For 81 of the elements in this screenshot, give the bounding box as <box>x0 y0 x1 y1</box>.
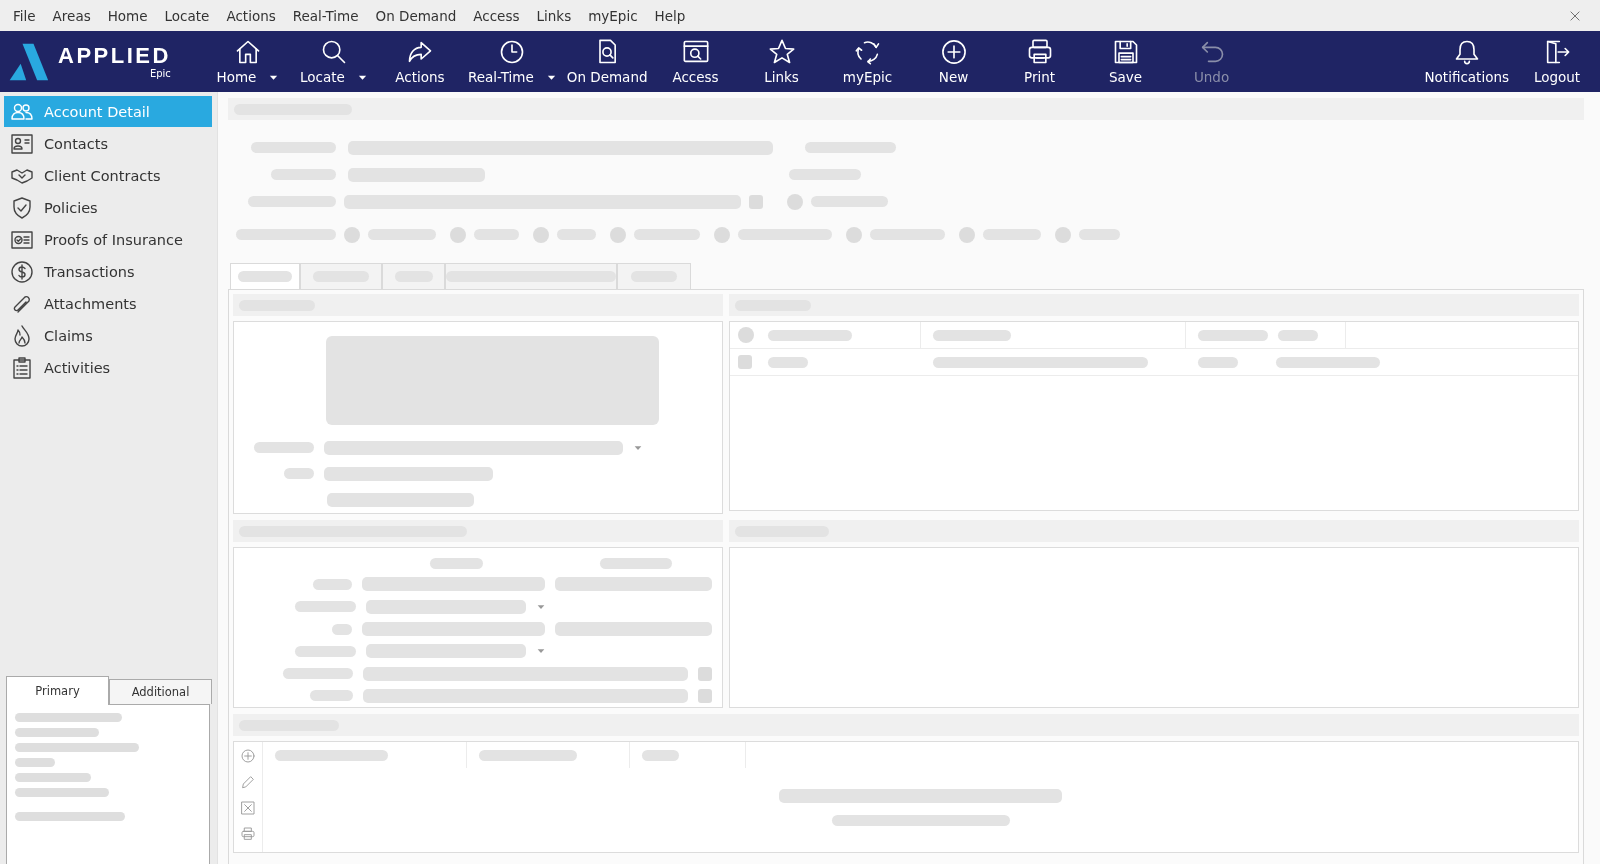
skeleton-dot <box>738 327 754 343</box>
toolbar-button[interactable]: Logout <box>1514 31 1600 92</box>
skeleton-dot <box>344 226 360 243</box>
skeleton-square <box>698 688 712 703</box>
toolbar-button[interactable]: Locate <box>291 31 377 92</box>
toolbar-button[interactable]: Save <box>1082 31 1169 92</box>
logo-subtitle: Epic <box>149 68 171 79</box>
plus-icon <box>939 38 968 66</box>
toolbar-button[interactable]: New <box>910 31 997 92</box>
menu-item[interactable]: Locate <box>157 4 217 27</box>
skeleton-dot <box>610 226 626 243</box>
skeleton-dot <box>846 226 862 243</box>
toolbar-button[interactable]: Home <box>205 31 291 92</box>
skeleton-dot <box>533 226 549 243</box>
sidebar-item[interactable]: Activities <box>4 352 212 383</box>
star-icon <box>767 38 796 66</box>
toolbar-button[interactable]: Print <box>996 31 1083 92</box>
skeleton-bar <box>15 758 55 767</box>
sidebar-item[interactable]: Proofs of Insurance <box>4 224 212 255</box>
skeleton-dot <box>959 226 975 243</box>
dollar-icon <box>10 259 34 284</box>
skeleton-bar <box>295 601 356 613</box>
skeleton-bar <box>284 468 314 479</box>
toolbar-button[interactable]: myEpic <box>824 31 911 92</box>
delete-box-icon <box>240 800 256 816</box>
refresh-icon <box>853 38 882 66</box>
skeleton-bar <box>1198 329 1268 341</box>
menu-item[interactable]: myEpic <box>581 4 645 27</box>
sidebar-item[interactable]: Attachments <box>4 288 212 319</box>
toolbar-button[interactable]: On Demand <box>561 31 653 92</box>
search-icon <box>320 38 348 66</box>
toolbar-button[interactable]: Notifications <box>1419 31 1514 92</box>
skeleton-square <box>749 194 763 209</box>
toolbar-button[interactable]: Access <box>652 31 739 92</box>
menu-item[interactable]: Access <box>466 4 527 27</box>
toolbar-button[interactable]: Links <box>738 31 825 92</box>
menu-item[interactable]: File <box>6 4 43 27</box>
sidebar-item[interactable]: Claims <box>4 320 212 351</box>
menu-item[interactable]: Areas <box>45 4 98 27</box>
close-icon <box>1568 8 1582 23</box>
toolbar-button[interactable]: Real-Time <box>463 31 562 92</box>
menu-item[interactable]: On Demand <box>368 4 464 27</box>
skeleton-bar <box>295 645 356 657</box>
skeleton-bar <box>332 623 352 635</box>
home-icon <box>234 38 262 66</box>
contact-card-icon <box>10 131 34 156</box>
skeleton-dot <box>1055 226 1071 243</box>
skeleton-bar <box>430 558 483 570</box>
skeleton-bar <box>1278 329 1318 341</box>
skeleton-dot <box>787 193 803 210</box>
skeleton-bar <box>642 749 679 761</box>
skeleton-bar <box>600 558 672 570</box>
menu-item[interactable]: Links <box>529 4 579 27</box>
skeleton-square <box>738 355 752 369</box>
skeleton-dot <box>450 226 466 243</box>
menu-item[interactable]: Help <box>647 4 693 27</box>
menu-item[interactable]: Actions <box>219 4 283 27</box>
sidebar-item[interactable]: Transactions <box>4 256 212 287</box>
skeleton-bar <box>283 668 353 680</box>
shield-check-icon <box>10 195 34 220</box>
skeleton-dot <box>714 226 730 243</box>
clipboard-list-icon <box>10 355 34 380</box>
plus-circle-icon <box>240 748 256 764</box>
skeleton-bar <box>238 271 292 282</box>
toolbar-button[interactable]: Actions <box>377 31 463 92</box>
skeleton-bar <box>313 579 352 590</box>
skeleton-bar <box>1198 356 1238 368</box>
skeleton-bar <box>768 356 808 368</box>
printer-icon <box>240 826 256 842</box>
sidebar-item[interactable]: Client Contracts <box>4 160 212 191</box>
sidebar-item[interactable]: Contacts <box>4 128 212 159</box>
logo-text: APPLIED <box>58 44 171 67</box>
skeleton-bar <box>310 690 353 702</box>
panel-tab[interactable]: Additional <box>109 679 212 704</box>
menu-item[interactable]: Home <box>100 4 155 27</box>
sidebar-item[interactable]: Policies <box>4 192 212 223</box>
skeleton-bar <box>254 442 314 453</box>
pencil-icon <box>240 774 256 790</box>
skeleton-square <box>698 666 712 681</box>
panel-tab[interactable]: Primary <box>6 676 109 705</box>
menu-item[interactable]: Real-Time <box>285 4 366 27</box>
